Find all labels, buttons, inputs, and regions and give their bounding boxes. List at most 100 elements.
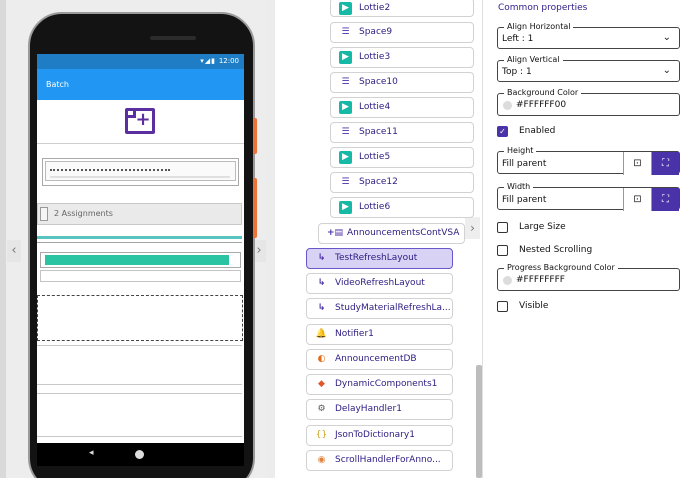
tree-node[interactable]: ▶ Lottie5	[330, 147, 474, 168]
height-field[interactable]: Height Fill parent ⊡ ⛶	[497, 146, 680, 175]
tree-node-label: Notifier1	[335, 329, 374, 339]
enabled-checkbox[interactable]: ✓	[497, 126, 508, 137]
tree-node[interactable]: ◉ ScrollHandlerForAnno...	[306, 450, 453, 471]
align-vertical-label: Align Vertical	[504, 55, 563, 64]
tree-node-label: Lottie5	[359, 152, 391, 162]
tree-node[interactable]: ↳ TestRefreshLayout	[306, 248, 453, 269]
width-label: Width	[504, 182, 534, 191]
tree-node-label: Lottie4	[359, 102, 391, 112]
text-underline	[50, 176, 230, 178]
tree-left-border	[266, 0, 275, 478]
lottie-icon: ▶	[339, 151, 352, 164]
refresh-layout-icon: ↳	[317, 253, 326, 263]
test-refresh-layout-selected[interactable]	[37, 295, 243, 341]
height-fill-parent-icon[interactable]: ⛶	[651, 152, 679, 175]
assignments-row[interactable]: 2 Assignments	[37, 203, 242, 225]
tree-node[interactable]: 🔔 Notifier1	[306, 324, 453, 345]
status-time: 12:00	[218, 57, 239, 65]
tree-node[interactable]: ☰ Space10	[330, 72, 474, 93]
nav-back-icon[interactable]: ◂	[89, 448, 94, 458]
text-frame[interactable]	[42, 158, 239, 186]
tree-node[interactable]: ◆ DynamicComponents1	[306, 374, 453, 395]
phone-volume-button	[253, 178, 257, 238]
visible-label: Visible	[519, 301, 549, 311]
tree-node-label: TestRefreshLayout	[335, 253, 418, 263]
refresh-layout-icon: ↳	[317, 303, 326, 313]
tree-node[interactable]: ☰ Space11	[330, 122, 474, 143]
teal-divider	[37, 236, 242, 239]
phone-power-button	[253, 118, 257, 154]
align-vertical-select[interactable]: Align Vertical Top : 1 ⌄	[497, 55, 680, 82]
background-color-value: #FFFFFF00	[516, 100, 567, 110]
add-row[interactable]: +	[37, 100, 244, 144]
assignments-checkbox[interactable]	[40, 207, 48, 221]
space-icon: ☰	[341, 77, 350, 87]
tree-node[interactable]: ▶ Lottie4	[330, 97, 474, 118]
status-bar: ▾◢▮ 12:00	[37, 54, 244, 69]
background-color-swatch[interactable]	[503, 101, 512, 110]
background-color-field[interactable]: Background Color #FFFFFF00	[497, 88, 680, 116]
background-color-label: Background Color	[504, 88, 582, 97]
tree-node[interactable]: ◐ AnnouncementDB	[306, 349, 453, 370]
vertical-scroll-arrangement-icon: +▤	[327, 228, 344, 238]
progress-background-color-value: #FFFFFFFF	[516, 275, 565, 285]
tree-node-label: Lottie2	[359, 3, 391, 13]
width-fill-parent-icon[interactable]: ⛶	[651, 188, 679, 211]
scroll-handler-icon: ◉	[317, 455, 326, 465]
plus-icon: +	[135, 109, 151, 130]
tree-node[interactable]: ↳ VideoRefreshLayout	[306, 273, 453, 294]
tree-node[interactable]: ↳ StudyMaterialRefreshLa...	[306, 298, 453, 319]
tree-node[interactable]: ▶ Lottie3	[330, 47, 474, 68]
progress-background-color-swatch[interactable]	[503, 276, 512, 285]
tree-node-label: VideoRefreshLayout	[335, 278, 425, 288]
align-horizontal-label: Align Horizontal	[504, 22, 574, 31]
tree-node-label: Lottie6	[359, 202, 391, 212]
lottie-icon: ▶	[339, 51, 352, 64]
tree-node-label: Space11	[359, 127, 398, 137]
width-field[interactable]: Width Fill parent ⊡ ⛶	[497, 182, 680, 211]
tree-node-label: StudyMaterialRefreshLa...	[335, 303, 451, 313]
tree-node[interactable]: {} JsonToDictionary1	[306, 425, 453, 446]
space-icon: ☰	[341, 177, 350, 187]
tree-node-label: ScrollHandlerForAnno...	[335, 455, 441, 465]
text-strip[interactable]	[45, 161, 236, 181]
bell-icon: 🔔	[315, 329, 328, 339]
empty-box	[40, 270, 241, 282]
dynamic-components-icon: ◆	[318, 379, 325, 389]
lottie-icon: ▶	[339, 101, 352, 114]
viewer-scroll-left-button[interactable]: ‹	[7, 240, 21, 262]
tree-node-label: Space12	[359, 177, 398, 187]
app-root: ‹ › ▾◢▮ 12:00 Batch + 2 Assignments ◂ › …	[0, 0, 690, 478]
visible-checkbox[interactable]	[497, 301, 508, 312]
phone-screen: ▾◢▮ 12:00 Batch + 2 Assignments ◂	[37, 54, 244, 466]
tree-node[interactable]: ⚙ DelayHandler1	[306, 399, 453, 420]
lottie-icon: ▶	[339, 2, 352, 15]
add-item-icon[interactable]: +	[125, 108, 155, 134]
align-horizontal-select[interactable]: Align Horizontal Left : 1 ⌄	[497, 22, 680, 49]
tree-node[interactable]: ☰ Space9	[330, 22, 474, 43]
progress-background-color-field[interactable]: Progress Background Color #FFFFFFFF	[497, 263, 680, 291]
video-refresh-layout[interactable]	[37, 345, 242, 385]
tree-node[interactable]: ▶ Lottie2	[330, 0, 474, 17]
tree-collapse-arrow[interactable]: ›	[465, 217, 480, 239]
properties-title: Common properties	[498, 3, 588, 13]
garbled-text	[50, 165, 170, 171]
nav-home-icon[interactable]	[135, 450, 144, 459]
width-value: Fill parent	[502, 195, 547, 205]
tree-node[interactable]: +▤ AnnouncementsContVSA	[318, 223, 465, 244]
enabled-label: Enabled	[519, 126, 556, 136]
study-material-refresh-layout[interactable]	[37, 393, 242, 437]
height-focus-icon[interactable]: ⊡	[623, 152, 651, 175]
properties-panel: Common properties Align Horizontal Left …	[482, 0, 690, 478]
components-tree: › ▶ Lottie2 ☰ Space9 ▶ Lottie3 ☰ Space10 ▶ Lottie…	[266, 0, 482, 478]
tree-node[interactable]: ☰ Space12	[330, 172, 474, 193]
nested-scrolling-checkbox[interactable]	[497, 245, 508, 256]
database-icon: ◐	[317, 354, 326, 364]
delay-handler-icon: ⚙	[317, 404, 326, 414]
grey-divider	[37, 242, 242, 243]
width-focus-icon[interactable]: ⊡	[623, 188, 651, 211]
navigation-bar: ◂	[37, 443, 244, 466]
large-size-checkbox[interactable]	[497, 222, 508, 233]
tree-node[interactable]: ▶ Lottie6	[330, 197, 474, 218]
status-icons: ▾◢▮	[200, 57, 216, 65]
